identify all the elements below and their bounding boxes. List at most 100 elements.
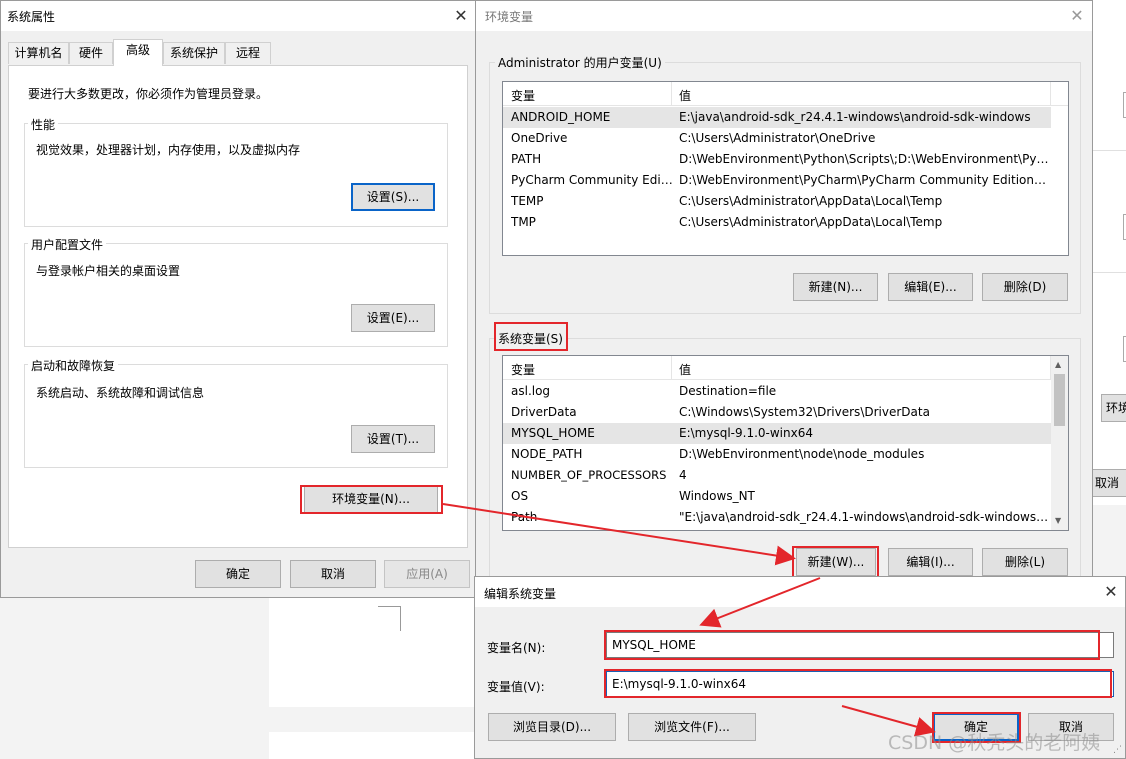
tab-advanced[interactable]: 高级: [113, 39, 163, 66]
tab-panel: 要进行大多数更改，你必须作为管理员登录。 性能 视觉效果，处理器计划，内存使用，…: [8, 65, 468, 548]
bg-cursor-mark: [378, 606, 401, 631]
startup-label: 启动和故障恢复: [28, 357, 119, 374]
cancel-button[interactable]: 取消: [290, 560, 376, 588]
close-icon[interactable]: ✕: [1100, 581, 1122, 603]
table-row[interactable]: OS Windows_NT: [503, 486, 1068, 507]
row-name: NUMBER_OF_PROCESSORS: [511, 468, 667, 482]
table-row[interactable]: MYSQL_HOME E:\mysql-9.1.0-winx64: [503, 423, 1051, 444]
scroll-up-icon[interactable]: ▲: [1055, 360, 1061, 369]
table-row[interactable]: Path "E:\java\android-sdk_r24.4.1-windows…: [503, 507, 1068, 528]
performance-group: [24, 123, 448, 227]
variable-value-label: 变量值(V):: [487, 680, 545, 694]
variable-value-input[interactable]: E:\mysql-9.1.0-winx64: [606, 671, 1114, 697]
row-name: ANDROID_HOME: [511, 110, 611, 124]
performance-desc: 视觉效果，处理器计划，内存使用，以及虚拟内存: [36, 143, 301, 157]
user-vars-table[interactable]: 变量 值 ANDROID_HOME E:\java\android-sdk_r24…: [502, 81, 1069, 256]
row-value: D:\WebEnvironment\Python\Scripts\;D:\Web…: [679, 152, 1049, 166]
row-name: TEMP: [511, 194, 544, 208]
edit-dialog-titlebar: 编辑系统变量 ✕: [475, 577, 1125, 607]
row-name: Path: [511, 510, 538, 524]
window-title: 环境变量: [485, 10, 534, 24]
browse-directory-button[interactable]: 浏览目录(D)...: [488, 713, 616, 741]
table-row[interactable]: NODE_PATH D:\WebEnvironment\node\node_mod…: [503, 444, 1068, 465]
table-row[interactable]: PATH D:\WebEnvironment\Python\Scripts\;D:…: [503, 149, 1068, 170]
table-row[interactable]: ANDROID_HOME E:\java\android-sdk_r24.4.1-…: [503, 107, 1051, 128]
system-new-button[interactable]: 新建(W)...: [796, 548, 876, 576]
browse-file-button[interactable]: 浏览文件(F)...: [628, 713, 756, 741]
table-row[interactable]: OneDrive C:\Users\Administrator\OneDrive: [503, 128, 1068, 149]
row-value: C:\Users\Administrator\AppData\Local\Tem…: [679, 215, 943, 229]
row-name: OneDrive: [511, 131, 568, 145]
tab-remote[interactable]: 远程: [225, 42, 271, 64]
performance-label: 性能: [28, 116, 59, 133]
dialog-title: 编辑系统变量: [484, 587, 557, 601]
table-row[interactable]: TMP C:\Users\Administrator\AppData\Local\…: [503, 212, 1068, 233]
tab-computer-name[interactable]: 计算机名: [8, 42, 69, 64]
system-edit-button[interactable]: 编辑(I)...: [888, 548, 973, 576]
row-value: Windows_NT: [679, 489, 755, 503]
env-variables-button[interactable]: 环境变量(N)...: [304, 485, 438, 513]
ok-button[interactable]: 确定: [195, 560, 281, 588]
row-value: C:\Users\Administrator\OneDrive: [679, 131, 876, 145]
profile-desc: 与登录帐户相关的桌面设置: [36, 264, 181, 278]
performance-settings-button[interactable]: 设置(S)...: [351, 183, 435, 211]
row-value: Destination=file: [679, 384, 777, 398]
user-delete-button[interactable]: 删除(D): [982, 273, 1068, 301]
system-delete-button[interactable]: 删除(L): [982, 548, 1068, 576]
row-value: 4: [679, 468, 687, 482]
row-value: C:\Users\Administrator\AppData\Local\Tem…: [679, 194, 943, 208]
row-value: E:\java\android-sdk_r24.4.1-windows\andr…: [679, 110, 1031, 124]
row-name: asl.log: [511, 384, 551, 398]
table-header: 变量 值: [503, 82, 1068, 106]
user-new-button[interactable]: 新建(N)...: [793, 273, 878, 301]
bg-env-button[interactable]: 环境: [1101, 394, 1126, 422]
row-name: PyCharm Community Editi...: [511, 173, 673, 187]
tab-system-protection[interactable]: 系统保护: [163, 42, 225, 64]
system-properties-titlebar: 系统属性 ✕: [1, 1, 475, 31]
row-name: DriverData: [511, 405, 577, 419]
row-name: MYSQL_HOME: [511, 426, 595, 440]
admin-notice: 要进行大多数更改，你必须作为管理员登录。: [28, 87, 269, 101]
env-variables-window: 环境变量 ✕ Administrator 的用户变量(U) 变量 值 ANDRO…: [475, 0, 1093, 582]
bg-document-fragment: [269, 597, 474, 707]
row-value: D:\WebEnvironment\node\node_modules: [679, 447, 925, 461]
column-header-variable[interactable]: 变量: [511, 87, 535, 104]
column-header-value[interactable]: 值: [679, 361, 691, 378]
scrollbar[interactable]: ▲ ▼: [1051, 356, 1068, 530]
user-edit-button[interactable]: 编辑(E)...: [888, 273, 973, 301]
variable-name-label: 变量名(N):: [487, 641, 546, 655]
row-name: NODE_PATH: [511, 447, 583, 461]
scrollbar-thumb[interactable]: [1054, 374, 1065, 426]
row-name: TMP: [511, 215, 536, 229]
table-row[interactable]: asl.log Destination=file: [503, 381, 1068, 402]
table-row[interactable]: DriverData C:\Windows\System32\Drivers\Dr…: [503, 402, 1068, 423]
profile-label: 用户配置文件: [28, 236, 107, 253]
system-vars-table[interactable]: 变量 值 asl.log Destination=file DriverData C…: [502, 355, 1069, 531]
profile-settings-button[interactable]: 设置(E)...: [351, 304, 435, 332]
window-title: 系统属性: [7, 10, 56, 24]
table-row[interactable]: PyCharm Community Editi... D:\WebEnvironm…: [503, 170, 1068, 191]
variable-name-input[interactable]: MYSQL_HOME: [606, 632, 1114, 658]
close-icon[interactable]: ✕: [1066, 5, 1088, 27]
column-header-variable[interactable]: 变量: [511, 361, 535, 378]
row-name: PATH: [511, 152, 542, 166]
close-icon[interactable]: ✕: [450, 5, 472, 27]
startup-desc: 系统启动、系统故障和调试信息: [36, 386, 205, 400]
column-header-value[interactable]: 值: [679, 87, 691, 104]
table-row[interactable]: TEMP C:\Users\Administrator\AppData\Local…: [503, 191, 1068, 212]
apply-button[interactable]: 应用(A): [384, 560, 470, 588]
scroll-down-icon[interactable]: ▼: [1055, 516, 1061, 525]
tab-hardware[interactable]: 硬件: [69, 42, 113, 64]
row-value: E:\mysql-9.1.0-winx64: [679, 426, 813, 440]
resize-grip-icon: ⋰: [1113, 745, 1122, 755]
startup-settings-button[interactable]: 设置(T)...: [351, 425, 435, 453]
row-value: D:\WebEnvironment\PyCharm\PyCharm Commun…: [679, 173, 1049, 187]
table-row[interactable]: NUMBER_OF_PROCESSORS 4: [503, 465, 1068, 486]
system-vars-label: 系统变量(S): [495, 330, 566, 347]
bg-document-fragment-2: [269, 732, 474, 759]
row-value: "E:\java\android-sdk_r24.4.1-windows\and…: [679, 510, 1049, 524]
bg-window-fragment: 环境 取消: [1087, 0, 1126, 505]
row-value: C:\Windows\System32\Drivers\DriverData: [679, 405, 930, 419]
env-variables-titlebar: 环境变量 ✕: [476, 1, 1092, 31]
watermark: CSDN @秋秃头的老阿姨: [888, 732, 1101, 754]
